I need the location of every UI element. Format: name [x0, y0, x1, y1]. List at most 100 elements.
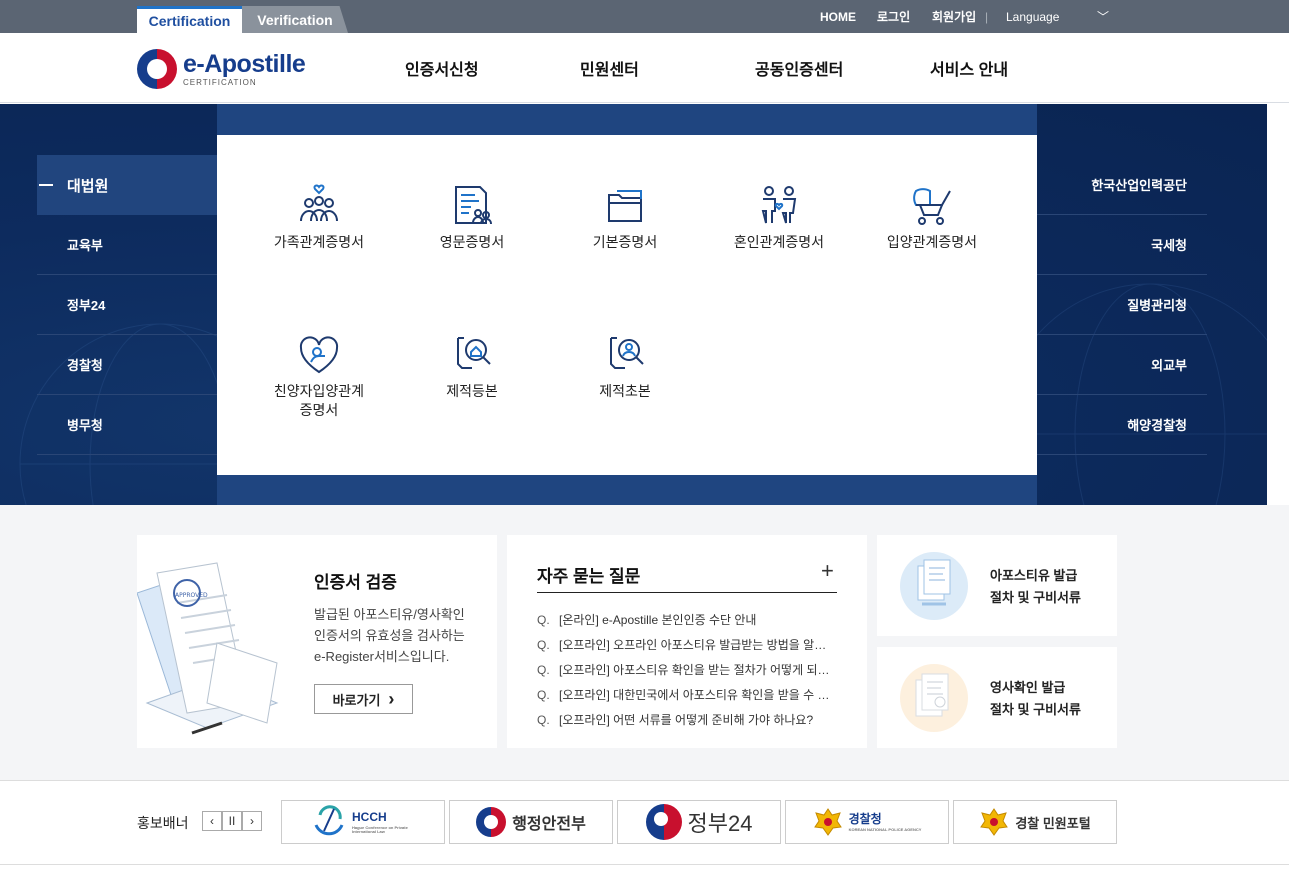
login-link[interactable]: 로그인: [877, 0, 910, 33]
agency-military-manpower[interactable]: 병무청: [37, 395, 217, 455]
hero-edge: [1267, 104, 1289, 505]
person-search-icon: [610, 337, 644, 369]
faq-item[interactable]: Q. [온라인] e-Apostille 본인인증 수단 안내: [537, 607, 837, 632]
doc-label: 영문증명서: [439, 234, 505, 250]
logo-subtitle: CERTIFICATION: [183, 77, 257, 87]
faq-q-mark: Q.: [537, 662, 550, 677]
faq-list: Q. [온라인] e-Apostille 본인인증 수단 안내 Q. [오프라인] …: [537, 607, 837, 732]
agency-nts[interactable]: 국세청: [1037, 215, 1207, 275]
agency-gov24[interactable]: 정부24: [37, 275, 217, 335]
english-document-icon: [455, 186, 492, 225]
banner-police-portal[interactable]: 경찰 민원포털: [953, 800, 1117, 844]
agency-label: 정부24: [67, 298, 106, 313]
left-agency-nav: 대법원 교육부 정부24 경찰청 병무청: [37, 155, 217, 455]
heart-child-icon: [299, 336, 339, 374]
go-button-label: 바로가기: [332, 692, 381, 708]
hcch-globe-icon: [314, 805, 344, 836]
doc-removed-register-copy[interactable]: 제적등본: [397, 332, 547, 401]
faq-item[interactable]: Q. [오프라인] 아포스티유 확인을 받는 절차가 어떻게 되나요?: [537, 657, 837, 682]
agency-education[interactable]: 교육부: [37, 215, 217, 275]
join-link[interactable]: 회원가입: [932, 0, 976, 33]
police-badge-icon: [813, 808, 842, 836]
go-verify-button[interactable]: 바로가기 ›: [314, 684, 413, 714]
chevron-down-icon[interactable]: ﹀: [1097, 0, 1109, 33]
monitor-document-icon: [900, 552, 968, 620]
site-logo[interactable]: e-Apostille CERTIFICATION: [137, 49, 306, 89]
gnb-civil-center[interactable]: 민원센터: [580, 33, 639, 103]
laptop-document-illustration: APPROVED: [137, 562, 279, 735]
approved-stamp: APPROVED: [175, 592, 208, 599]
police-badge-icon: [980, 808, 1009, 836]
agency-label: 경찰청: [67, 358, 103, 373]
doc-label: 기본증명서: [592, 234, 658, 250]
banner-hcch[interactable]: HCCH Hague Conference on Private Interna…: [281, 800, 445, 844]
utility-separator: |: [985, 9, 989, 24]
faq-title: 자주 묻는 질문: [537, 567, 641, 586]
doc-marriage[interactable]: 혼인관계증명서: [704, 183, 854, 252]
logo-name: e-Apostille: [183, 49, 306, 78]
faq-question: [오프라인] 아포스티유 확인을 받는 절차가 어떻게 되나요?: [559, 663, 837, 677]
banner-police-label: 경찰청: [848, 811, 882, 826]
agency-label: 해양경찰청: [1127, 418, 1187, 433]
faq-item[interactable]: Q. [오프라인] 어떤 서류를 어떻게 준비해 가야 하나요?: [537, 707, 837, 732]
gnb-service-guide[interactable]: 서비스 안내: [930, 33, 1008, 103]
banner-mois[interactable]: 행정안전부: [449, 800, 613, 844]
taegeuk-logo-icon: [137, 49, 177, 89]
banner-police-subtitle: KOREAN NATIONAL POLICE AGENCY: [848, 826, 922, 832]
agency-coast-guard[interactable]: 해양경찰청: [1037, 395, 1207, 455]
chevron-right-icon: ›: [388, 688, 395, 709]
gnb-apply-certificate[interactable]: 인증서신청: [405, 33, 479, 103]
couple-icon: [761, 186, 797, 224]
doc-label: 친양자입양관계 증명서: [273, 383, 365, 418]
doc-english[interactable]: 영문증명서: [397, 183, 547, 252]
faq-question: [오프라인] 오프라인 아포스티유 발급받는 방법을 알려주세요: [559, 638, 837, 652]
document-panel: 가족관계증명서 영문증명서 기본증명서 혼인관계증명서 입양관계증명서 친양자입…: [217, 135, 1037, 475]
banner-next-button[interactable]: ›: [242, 811, 262, 831]
agency-label: 질병관리청: [1127, 298, 1187, 313]
doc-family-relation[interactable]: 가족관계증명서: [244, 183, 394, 252]
agency-police[interactable]: 경찰청: [37, 335, 217, 395]
doc-label: 입양관계증명서: [886, 234, 978, 250]
faq-q-mark: Q.: [537, 712, 550, 727]
agency-label: 외교부: [1151, 358, 1187, 373]
home-link[interactable]: HOME: [820, 0, 856, 33]
family-icon: [300, 184, 338, 222]
banner-police[interactable]: 경찰청 KOREAN NATIONAL POLICE AGENCY: [785, 800, 949, 844]
tab-verification[interactable]: Verification: [242, 6, 348, 33]
agency-label: 병무청: [67, 418, 103, 433]
banner-hcch-label: HCCH: [352, 809, 387, 824]
doc-adoption[interactable]: 입양관계증명서: [857, 183, 1007, 252]
doc-removed-register-extract[interactable]: 제적초본: [550, 332, 700, 401]
faq-item[interactable]: Q. [오프라인] 오프라인 아포스티유 발급받는 방법을 알려주세요: [537, 632, 837, 657]
faq-item[interactable]: Q. [오프라인] 대한민국에서 아포스티유 확인을 받을 수 있나요?: [537, 682, 837, 707]
faq-question: [오프라인] 어떤 서류를 어떻게 준비해 가야 하나요?: [559, 713, 814, 727]
right-agency-nav: 한국산업인력공단 국세청 질병관리청 외교부 해양경찰청: [1037, 155, 1207, 455]
faq-divider: [537, 592, 837, 593]
folder-icon: [608, 190, 642, 222]
agency-label: 한국산업인력공단: [1091, 178, 1187, 193]
banner-hcch-subtitle: Hague Conference on Private Internationa…: [352, 825, 408, 834]
banner-police-portal-label: 경찰 민원포털: [1015, 815, 1091, 831]
agency-kdca[interactable]: 질병관리청: [1037, 275, 1207, 335]
doc-full-adoption[interactable]: 친양자입양관계 증명서: [244, 332, 394, 420]
stacked-documents-icon: [900, 664, 968, 732]
banner-prev-button[interactable]: ‹: [202, 811, 222, 831]
language-select[interactable]: Language: [1006, 0, 1059, 33]
banner-gov24[interactable]: 정부24: [617, 800, 781, 844]
agency-label: 교육부: [67, 238, 103, 253]
doc-basic[interactable]: 기본증명서: [550, 183, 700, 252]
agency-mofa[interactable]: 외교부: [1037, 335, 1207, 395]
banner-gov24-label: 정부24: [687, 811, 753, 836]
tab-certification[interactable]: Certification: [137, 6, 242, 33]
faq-more-plus-icon[interactable]: +: [821, 558, 834, 584]
agency-supreme-court[interactable]: 대법원: [37, 155, 217, 215]
banner-pause-button[interactable]: II: [222, 811, 242, 831]
agency-label: 대법원: [67, 177, 109, 195]
agency-hrdk[interactable]: 한국산업인력공단: [1037, 155, 1207, 215]
faq-q-mark: Q.: [537, 612, 550, 627]
faq-question: [오프라인] 대한민국에서 아포스티유 확인을 받을 수 있나요?: [559, 688, 837, 702]
site-header: e-Apostille CERTIFICATION 인증서신청 민원센터 공동인…: [0, 33, 1289, 103]
taegeuk-icon: [476, 807, 507, 837]
doc-label: 제적등본: [446, 383, 498, 399]
gnb-joint-cert-center[interactable]: 공동인증센터: [755, 33, 843, 103]
